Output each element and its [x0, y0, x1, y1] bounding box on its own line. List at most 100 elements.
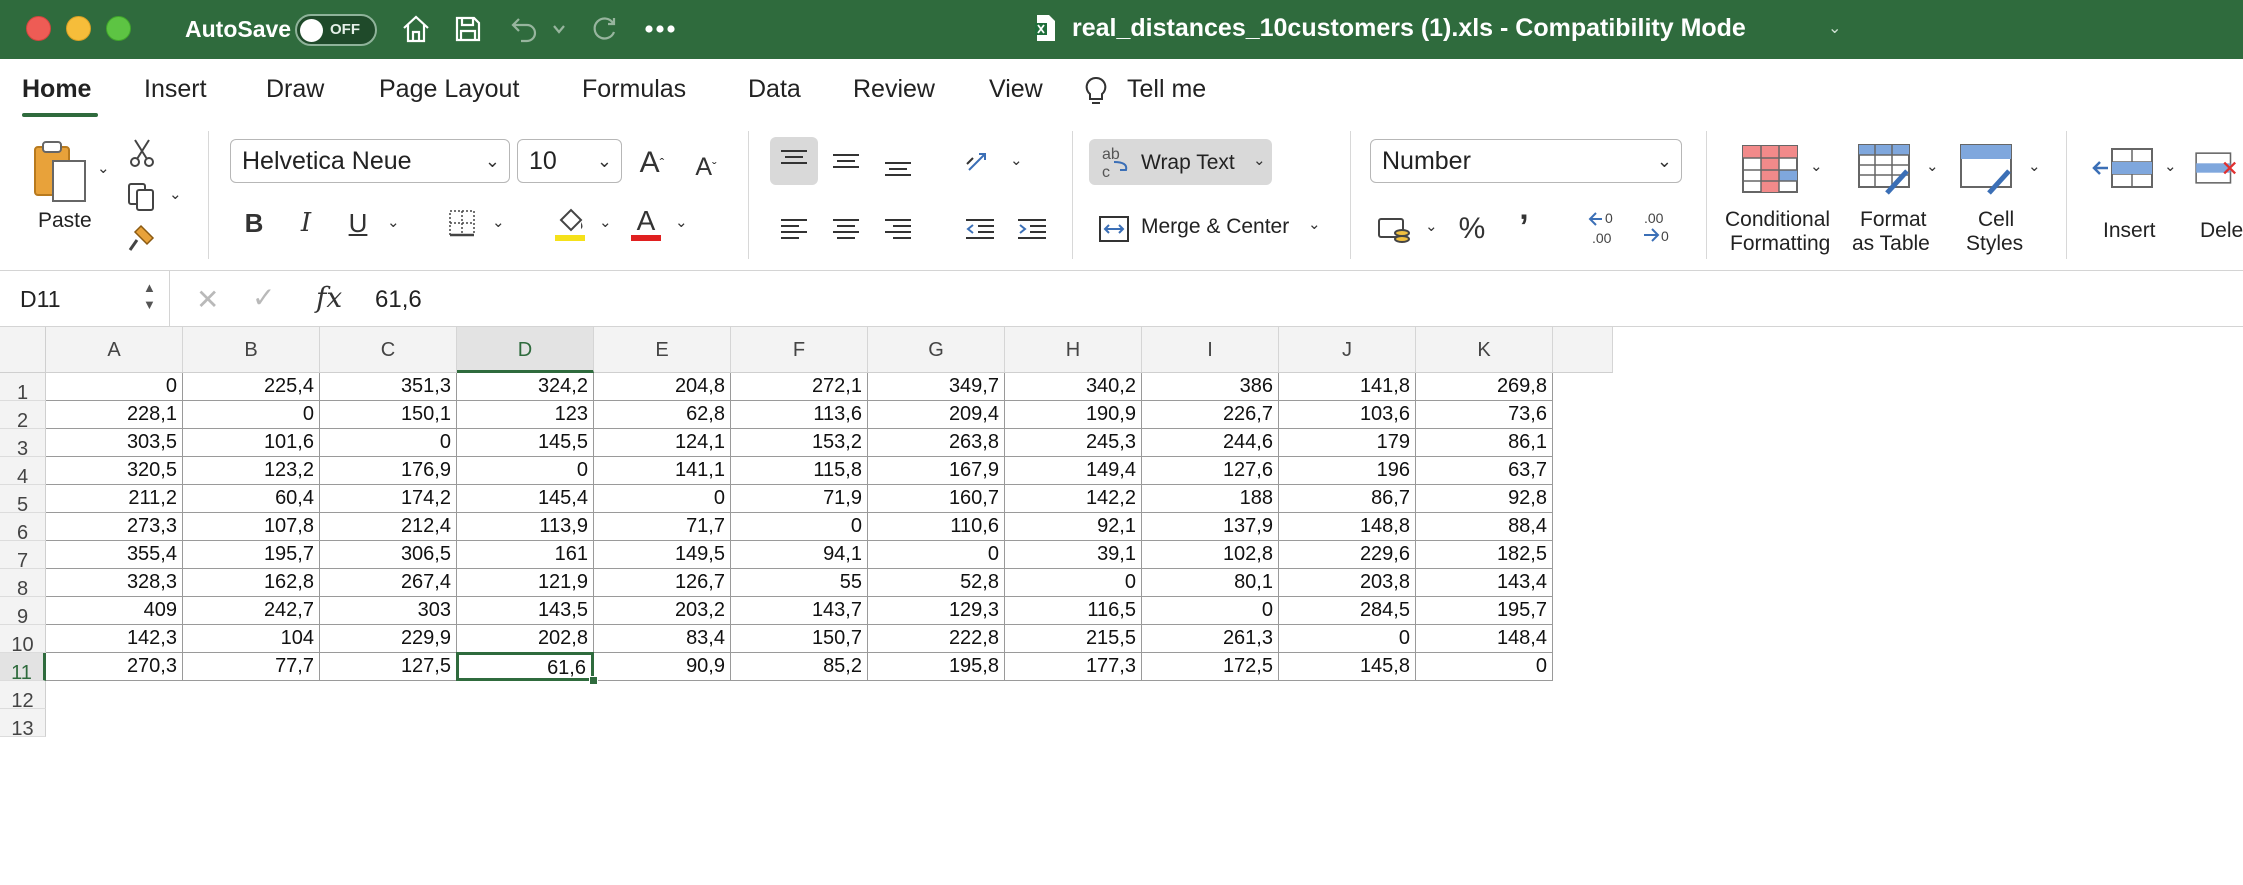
copy-chevron-down-icon[interactable]: ⌄: [169, 185, 182, 203]
column-header-g[interactable]: G: [868, 327, 1005, 373]
cell-j7[interactable]: 229,6: [1279, 541, 1416, 569]
underline-icon[interactable]: U: [340, 205, 376, 241]
cell-f10[interactable]: 150,7: [731, 625, 868, 653]
cell-k3[interactable]: 86,1: [1416, 429, 1553, 457]
insert-cells-icon[interactable]: [2092, 143, 2156, 193]
increase-font-size-icon[interactable]: Aˆ: [632, 143, 672, 183]
cell-a8[interactable]: 328,3: [46, 569, 183, 597]
cell-c8[interactable]: 267,4: [320, 569, 457, 597]
cell-f6[interactable]: 0: [731, 513, 868, 541]
cell-b11[interactable]: 77,7: [183, 653, 320, 681]
align-center-icon[interactable]: [826, 209, 866, 249]
cell-j11[interactable]: 145,8: [1279, 653, 1416, 681]
column-header-b[interactable]: B: [183, 327, 320, 373]
cell-a4[interactable]: 320,5: [46, 457, 183, 485]
cell-a1[interactable]: 0: [46, 373, 183, 401]
conditional-formatting-chevron-down-icon[interactable]: ⌄: [1810, 157, 1823, 175]
row-header-8[interactable]: 8: [0, 569, 46, 600]
cell-e1[interactable]: 204,8: [594, 373, 731, 401]
conditional-formatting-icon[interactable]: [1740, 143, 1800, 195]
font-size-dropdown[interactable]: 10 ⌄: [517, 139, 622, 183]
cell-a5[interactable]: 211,2: [46, 485, 183, 513]
cell-b10[interactable]: 104: [183, 625, 320, 653]
format-as-table-icon[interactable]: [1856, 143, 1916, 197]
cell-e6[interactable]: 71,7: [594, 513, 731, 541]
cell-c5[interactable]: 174,2: [320, 485, 457, 513]
row-header-7[interactable]: 7: [0, 541, 46, 572]
undo-icon[interactable]: [506, 10, 542, 48]
cell-j2[interactable]: 103,6: [1279, 401, 1416, 429]
cell-j8[interactable]: 203,8: [1279, 569, 1416, 597]
cell-k10[interactable]: 148,4: [1416, 625, 1553, 653]
cell-styles-icon[interactable]: [1958, 143, 2018, 197]
paste-icon[interactable]: [28, 137, 92, 207]
row-header-4[interactable]: 4: [0, 457, 46, 488]
row-header-5[interactable]: 5: [0, 485, 46, 516]
cell-e9[interactable]: 203,2: [594, 597, 731, 625]
bold-icon[interactable]: B: [236, 205, 272, 241]
tab-home[interactable]: Home: [22, 75, 91, 104]
cell-h1[interactable]: 340,2: [1005, 373, 1142, 401]
cell-g1[interactable]: 349,7: [868, 373, 1005, 401]
zoom-window-button[interactable]: [106, 16, 131, 41]
percent-style-icon[interactable]: %: [1452, 209, 1492, 249]
align-left-icon[interactable]: [774, 209, 814, 249]
cell-g8[interactable]: 52,8: [868, 569, 1005, 597]
cell-b1[interactable]: 225,4: [183, 373, 320, 401]
select-all-corner[interactable]: [0, 327, 46, 373]
cell-c2[interactable]: 150,1: [320, 401, 457, 429]
cell-c9[interactable]: 303: [320, 597, 457, 625]
cell-a6[interactable]: 273,3: [46, 513, 183, 541]
cell-c1[interactable]: 351,3: [320, 373, 457, 401]
worksheet-grid[interactable]: A B C D E F G H I J K 1 2 3 4 5 6 7 8 9 10 11 12 13 0 225,4 351,3 3…: [0, 327, 2243, 885]
cell-k11[interactable]: 0: [1416, 653, 1553, 681]
cell-b2[interactable]: 0: [183, 401, 320, 429]
autosave-toggle[interactable]: OFF: [295, 14, 377, 46]
accounting-format-icon[interactable]: [1374, 209, 1414, 249]
cell-k4[interactable]: 63,7: [1416, 457, 1553, 485]
cell-i1[interactable]: 386: [1142, 373, 1279, 401]
cell-j6[interactable]: 148,8: [1279, 513, 1416, 541]
cell-i9[interactable]: 0: [1142, 597, 1279, 625]
name-box-stepper-icon[interactable]: ▲ ▼: [143, 279, 156, 313]
cell-e4[interactable]: 141,1: [594, 457, 731, 485]
underline-chevron-down-icon[interactable]: ⌄: [387, 213, 400, 231]
cell-styles-label-line1[interactable]: Cell: [1978, 208, 2014, 232]
cell-a3[interactable]: 303,5: [46, 429, 183, 457]
confirm-entry-icon[interactable]: ✓: [252, 281, 275, 314]
conditional-formatting-label-line2[interactable]: Formatting: [1730, 232, 1830, 256]
format-painter-icon[interactable]: [126, 221, 158, 255]
cell-i11[interactable]: 172,5: [1142, 653, 1279, 681]
column-header-f[interactable]: F: [731, 327, 868, 373]
redo-icon[interactable]: [586, 10, 622, 48]
column-header-i[interactable]: I: [1142, 327, 1279, 373]
cut-scissors-icon[interactable]: [126, 137, 158, 169]
close-window-button[interactable]: [26, 16, 51, 41]
cell-d9[interactable]: 143,5: [457, 597, 594, 625]
cell-k1[interactable]: 269,8: [1416, 373, 1553, 401]
cell-d11[interactable]: 61,6: [456, 652, 594, 681]
column-header-h[interactable]: H: [1005, 327, 1142, 373]
align-right-icon[interactable]: [878, 209, 918, 249]
cell-styles-label-line2[interactable]: Styles: [1966, 232, 2023, 256]
cell-g4[interactable]: 167,9: [868, 457, 1005, 485]
cell-j5[interactable]: 86,7: [1279, 485, 1416, 513]
cell-d8[interactable]: 121,9: [457, 569, 594, 597]
cell-h10[interactable]: 215,5: [1005, 625, 1142, 653]
cell-a9[interactable]: 409: [46, 597, 183, 625]
cell-d2[interactable]: 123: [457, 401, 594, 429]
cell-h11[interactable]: 177,3: [1005, 653, 1142, 681]
conditional-formatting-label-line1[interactable]: Conditional: [1725, 208, 1830, 232]
format-as-table-chevron-down-icon[interactable]: ⌄: [1926, 157, 1939, 175]
cell-i4[interactable]: 127,6: [1142, 457, 1279, 485]
cell-b4[interactable]: 123,2: [183, 457, 320, 485]
cell-e10[interactable]: 83,4: [594, 625, 731, 653]
cell-f9[interactable]: 143,7: [731, 597, 868, 625]
comma-style-icon[interactable]: ’: [1504, 207, 1544, 247]
delete-cells-label[interactable]: Dele: [2200, 219, 2243, 243]
cell-d5[interactable]: 145,4: [457, 485, 594, 513]
align-middle-icon[interactable]: [826, 141, 866, 181]
cell-i8[interactable]: 80,1: [1142, 569, 1279, 597]
cell-j4[interactable]: 196: [1279, 457, 1416, 485]
row-header-1[interactable]: 1: [0, 373, 46, 404]
